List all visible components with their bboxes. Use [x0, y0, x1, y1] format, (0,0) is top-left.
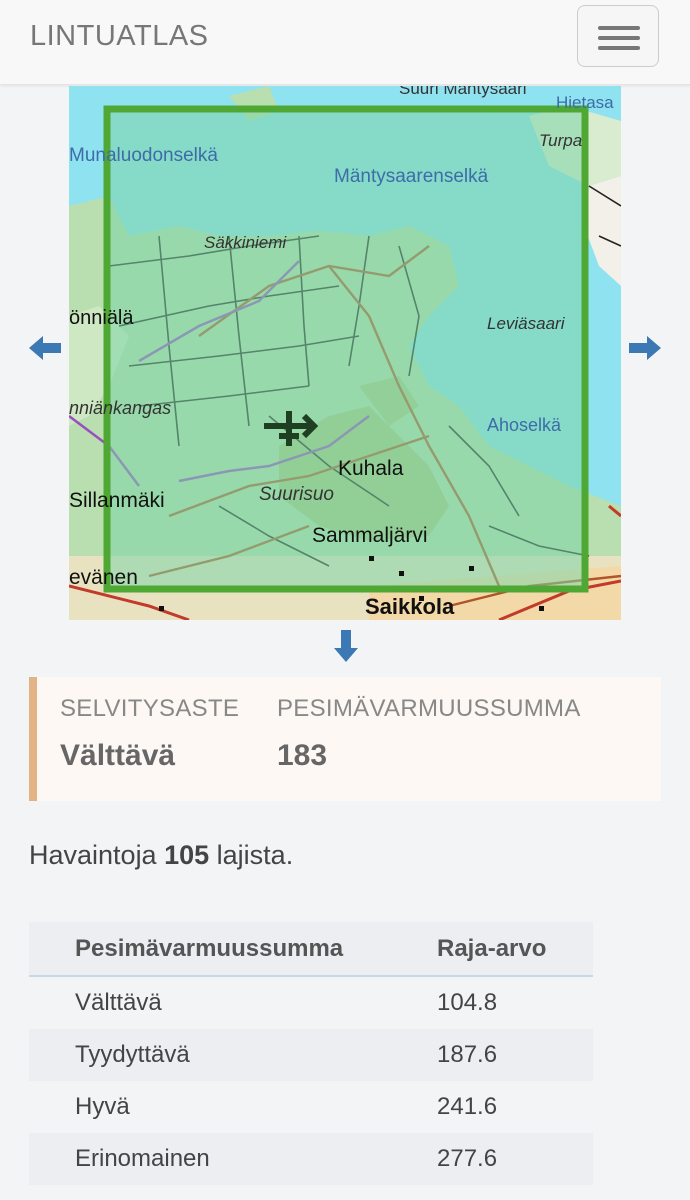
arrow-right-icon [629, 336, 661, 360]
column-header: Raja-arvo [437, 922, 593, 977]
map-label: nniänkangas [69, 398, 171, 418]
map-image: Suuri Mäntysaari Hietasa Munaluodonselkä… [69, 86, 621, 620]
selvitysaste-label: SELVITYSASTE [60, 695, 240, 722]
square-status-panel: SELVITYSASTE Välttävä PESIMÄVARMUUSSUMMA… [29, 677, 661, 801]
selvitysaste-value: Välttävä [60, 739, 176, 772]
pesimavarmuussumma-value: 183 [277, 739, 328, 772]
atlas-square-map[interactable]: Suuri Mäntysaari Hietasa Munaluodonselkä… [69, 86, 621, 620]
table-row: Hyvä 241.6 [29, 1081, 593, 1133]
south-square-button[interactable] [332, 628, 360, 664]
level-name: Välttävä [29, 976, 437, 1029]
map-label: evänen [69, 566, 138, 589]
level-name: Erinomainen [29, 1133, 437, 1185]
threshold-table: Pesimävarmuussumma Raja-arvo Välttävä 10… [29, 922, 593, 1185]
threshold-value: 277.6 [437, 1133, 593, 1185]
threshold-value: 104.8 [437, 976, 593, 1029]
map-label: önniälä [69, 307, 134, 329]
threshold-value: 187.6 [437, 1029, 593, 1081]
threshold-value: 241.6 [437, 1081, 593, 1133]
observation-prefix: Havaintoja [29, 840, 157, 870]
table-header-row: Pesimävarmuussumma Raja-arvo [29, 922, 593, 977]
table-row: Erinomainen 277.6 [29, 1133, 593, 1185]
table-row: Välttävä 104.8 [29, 976, 593, 1029]
table-row: Tyydyttävä 187.6 [29, 1029, 593, 1081]
brand-logo[interactable]: LINTUATLAS [30, 20, 209, 53]
observation-summary: Havaintoja 105 lajista. [29, 840, 293, 871]
arrow-down-icon [334, 630, 358, 662]
level-name: Hyvä [29, 1081, 437, 1133]
map-label: Hietasa [556, 93, 614, 112]
map-label: Suuri Mäntysaari [399, 86, 527, 98]
map-label: Ahoselkä [487, 415, 562, 435]
map-label: Sillanmäki [69, 489, 165, 512]
map-label: Saikkola [365, 594, 455, 619]
previous-square-button[interactable] [27, 334, 63, 362]
pesimavarmuussumma-label: PESIMÄVARMUUSSUMMA [277, 695, 581, 722]
map-label: Suurisuo [259, 484, 334, 505]
map-label: Säkkiniemi [204, 233, 287, 252]
observation-suffix: lajista. [216, 840, 294, 870]
map-label: Sammaljärvi [312, 524, 428, 547]
map-label: Munaluodonselkä [69, 145, 218, 166]
column-header: Pesimävarmuussumma [29, 922, 437, 977]
species-count: 105 [164, 840, 210, 870]
map-label: Mäntysaarenselkä [334, 166, 489, 187]
map-label: Kuhala [338, 457, 404, 480]
map-label: Leviäsaari [487, 314, 566, 333]
map-label: Turpa [539, 131, 582, 150]
next-square-button[interactable] [627, 334, 663, 362]
arrow-left-icon [29, 336, 61, 360]
navbar: LINTUATLAS [0, 0, 690, 85]
level-name: Tyydyttävä [29, 1029, 437, 1081]
menu-toggle-button[interactable] [577, 5, 659, 67]
